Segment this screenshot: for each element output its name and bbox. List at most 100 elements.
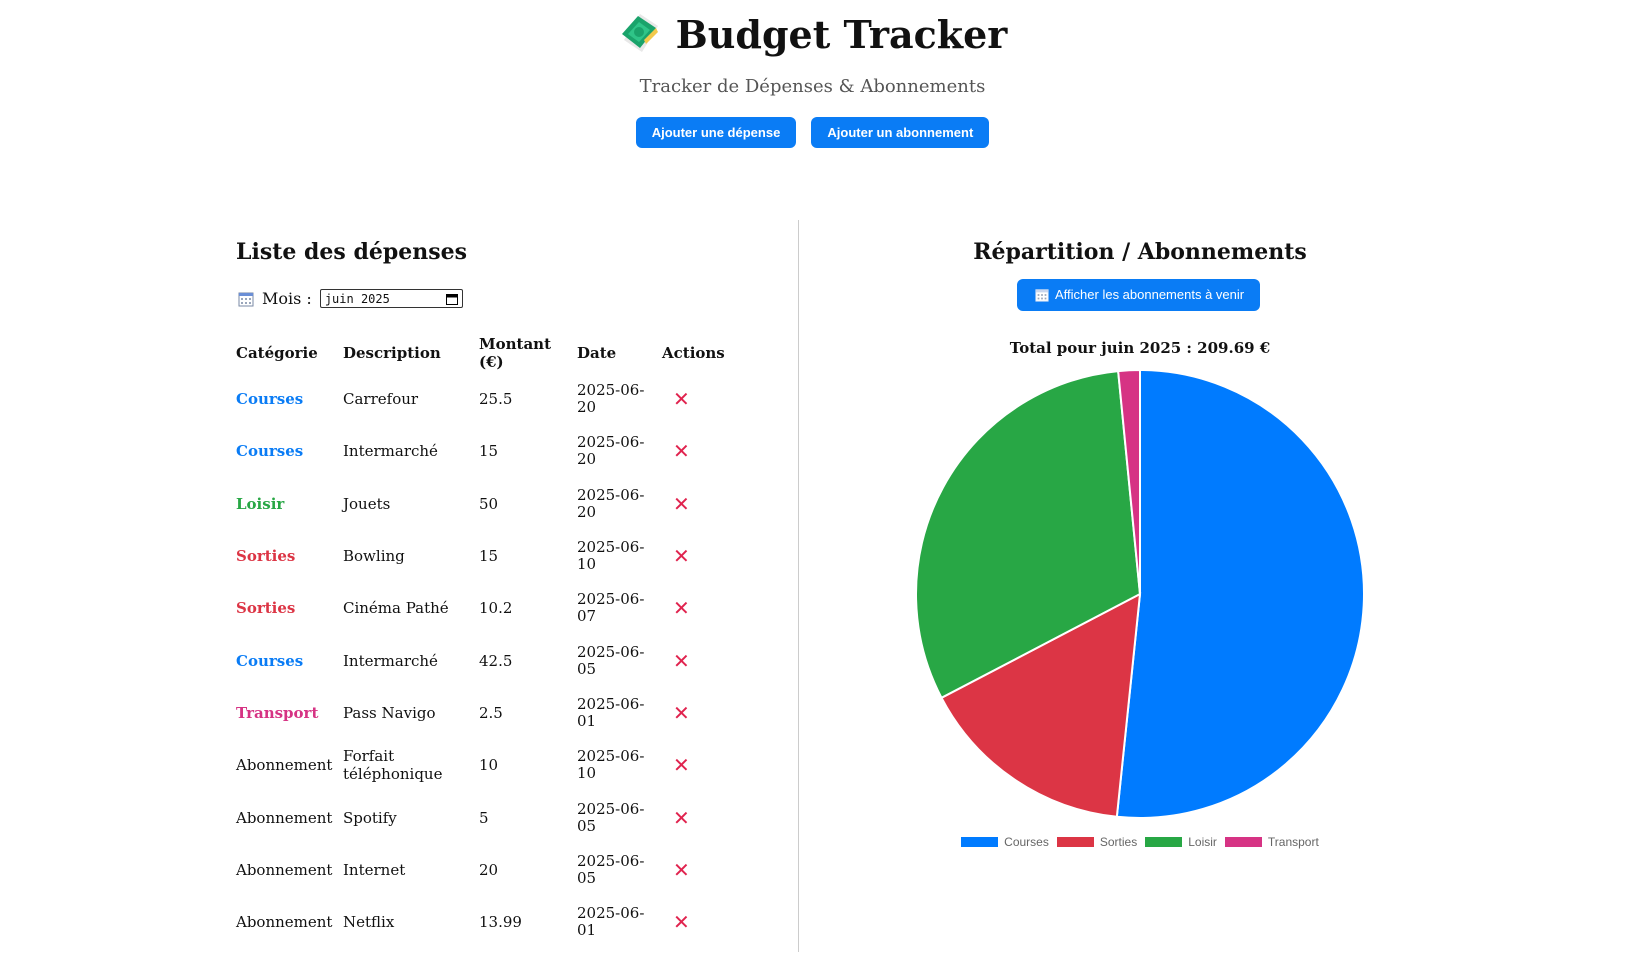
delete-expense-button[interactable]: ✕ <box>673 544 690 568</box>
column-header-amount: Montant (€) <box>479 335 551 371</box>
expenses-table: Catégorie Description Montant (€) Date A… <box>236 333 732 948</box>
delete-expense-button[interactable]: ✕ <box>673 858 690 882</box>
table-row: Courses Intermarché 15 2025-06-20 ✕ <box>236 425 732 477</box>
delete-expense-button[interactable]: ✕ <box>673 649 690 673</box>
actions-cell: ✕ <box>662 373 732 425</box>
date-cell: 2025-06-05 <box>577 851 645 887</box>
show-upcoming-subscriptions-label: Afficher les abonnements à venir <box>1055 287 1245 302</box>
description-cell: Spotify <box>343 808 397 827</box>
actions-cell: ✕ <box>662 739 732 791</box>
description-cell: Cinéma Pathé <box>343 599 449 618</box>
amount-cell: 10 <box>479 756 499 775</box>
table-row: Abonnement Netflix 13.99 2025-06-01 ✕ <box>236 896 732 948</box>
date-cell: 2025-06-20 <box>577 485 645 521</box>
amount-cell: 10.2 <box>479 599 513 618</box>
legend-swatch <box>1224 837 1262 847</box>
column-header-description: Description <box>343 344 441 362</box>
date-cell: 2025-06-20 <box>577 433 645 469</box>
legend-swatch <box>1056 837 1094 847</box>
table-row: Transport Pass Navigo 2.5 2025-06-01 ✕ <box>236 687 732 739</box>
description-cell: Netflix <box>343 913 395 932</box>
category-cell: Courses <box>236 651 304 670</box>
pie-slice-courses[interactable] <box>1115 368 1365 819</box>
amount-cell: 5 <box>479 808 489 827</box>
table-row: Abonnement Forfait téléphonique 10 2025-06-… <box>236 739 732 791</box>
description-cell: Jouets <box>343 494 391 513</box>
description-cell: Pass Navigo <box>343 703 436 722</box>
actions-cell: ✕ <box>662 791 732 843</box>
table-row: Courses Carrefour 25.5 2025-06-20 ✕ <box>236 373 732 425</box>
legend-swatch <box>1145 837 1183 847</box>
delete-expense-button[interactable]: ✕ <box>673 806 690 830</box>
money-icon <box>621 14 658 52</box>
legend-swatch <box>961 837 999 847</box>
app-subtitle: Tracker de Dépenses & Abonnements <box>639 76 986 97</box>
amount-cell: 20 <box>479 860 499 879</box>
add-subscription-button[interactable]: Ajouter un abonnement <box>811 117 990 148</box>
legend-item-transport[interactable]: Transport <box>1224 835 1319 849</box>
month-filter: Mois : juin 2025 <box>238 289 463 308</box>
table-row: Courses Intermarché 42.5 2025-06-05 ✕ <box>236 634 732 686</box>
delete-expense-button[interactable]: ✕ <box>673 596 690 620</box>
chart-legend: Courses Sorties Loisir Transport <box>800 835 1480 850</box>
delete-expense-button[interactable]: ✕ <box>673 701 690 725</box>
description-cell: Intermarché <box>343 651 438 670</box>
description-cell: Bowling <box>343 547 405 566</box>
actions-cell: ✕ <box>662 687 732 739</box>
show-upcoming-subscriptions-button[interactable]: Afficher les abonnements à venir <box>1017 279 1261 311</box>
category-cell: Abonnement <box>236 756 333 775</box>
add-expense-button[interactable]: Ajouter une dépense <box>635 117 797 148</box>
delete-expense-button[interactable]: ✕ <box>673 910 690 934</box>
date-cell: 2025-06-01 <box>577 904 645 940</box>
date-cell: 2025-06-10 <box>577 538 645 574</box>
category-cell: Sorties <box>236 599 296 618</box>
header-actions: Ajouter une dépense Ajouter un abonnemen… <box>0 117 1625 148</box>
delete-expense-button[interactable]: ✕ <box>673 439 690 463</box>
delete-expense-button[interactable]: ✕ <box>673 387 690 411</box>
description-cell: Internet <box>343 860 406 879</box>
actions-cell: ✕ <box>662 582 732 634</box>
actions-cell: ✕ <box>662 530 732 582</box>
category-cell: Loisir <box>236 494 285 513</box>
amount-cell: 13.99 <box>479 913 522 932</box>
amount-cell: 15 <box>479 442 499 461</box>
date-cell: 2025-06-01 <box>577 694 645 730</box>
category-cell: Abonnement <box>236 913 333 932</box>
chart-panel: Répartition / Abonnements Afficher les a… <box>800 239 1480 959</box>
table-row: Abonnement Internet 20 2025-06-05 ✕ <box>236 844 732 896</box>
legend-item-courses[interactable]: Courses <box>961 835 1049 849</box>
delete-expense-button[interactable]: ✕ <box>673 753 690 777</box>
legend-label: Sorties <box>1099 835 1138 849</box>
app-title: Budget Tracker <box>0 10 1625 59</box>
month-input[interactable]: juin 2025 <box>319 289 463 308</box>
amount-cell: 42.5 <box>479 651 513 670</box>
legend-label: Transport <box>1267 835 1319 849</box>
legend-label: Loisir <box>1188 835 1217 849</box>
legend-item-loisir[interactable]: Loisir <box>1145 835 1217 849</box>
table-row: Sorties Cinéma Pathé 10.2 2025-06-07 ✕ <box>236 582 732 634</box>
date-cell: 2025-06-05 <box>577 642 645 678</box>
expenses-pie-chart <box>915 368 1365 819</box>
actions-cell: ✕ <box>662 896 732 948</box>
legend-item-sorties[interactable]: Sorties <box>1056 835 1138 849</box>
amount-cell: 50 <box>479 494 499 513</box>
delete-expense-button[interactable]: ✕ <box>673 492 690 516</box>
amount-cell: 15 <box>479 547 499 566</box>
table-row: Loisir Jouets 50 2025-06-20 ✕ <box>236 478 732 530</box>
table-row: Abonnement Spotify 5 2025-06-05 ✕ <box>236 791 732 843</box>
column-header-actions: Actions <box>662 344 725 362</box>
date-cell: 2025-06-20 <box>577 381 645 417</box>
actions-cell: ✕ <box>662 844 732 896</box>
date-cell: 2025-06-07 <box>577 590 645 626</box>
actions-cell: ✕ <box>662 634 732 686</box>
month-value: juin 2025 <box>324 291 390 306</box>
table-row: Sorties Bowling 15 2025-06-10 ✕ <box>236 530 732 582</box>
description-cell: Intermarché <box>343 442 438 461</box>
actions-cell: ✕ <box>662 478 732 530</box>
month-label: Mois : <box>262 289 312 308</box>
calendar-picker-icon[interactable] <box>445 293 458 305</box>
category-cell: Abonnement <box>236 808 333 827</box>
category-cell: Abonnement <box>236 860 333 879</box>
expenses-table-body: Courses Carrefour 25.5 2025-06-20 ✕ Courses In… <box>236 373 732 948</box>
calendar-icon <box>1035 289 1049 302</box>
